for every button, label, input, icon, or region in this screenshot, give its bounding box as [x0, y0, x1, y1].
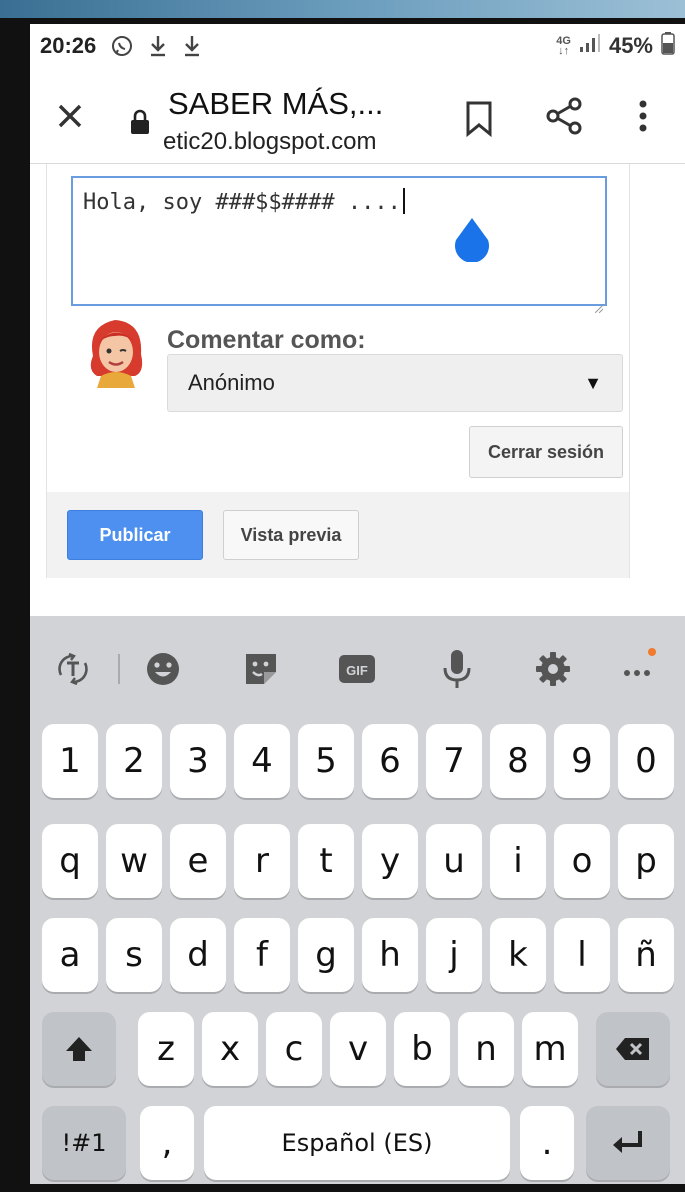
backspace-key[interactable]: [596, 1012, 670, 1086]
letter-key[interactable]: z: [138, 1012, 194, 1086]
letter-key[interactable]: h: [362, 918, 418, 992]
number-key[interactable]: 1: [42, 724, 98, 798]
letter-key[interactable]: j: [426, 918, 482, 992]
number-key[interactable]: 5: [298, 724, 354, 798]
letter-key[interactable]: p: [618, 824, 674, 898]
cursor-handle[interactable]: [453, 218, 491, 263]
download-icon: [182, 34, 202, 58]
keyboard-toolbar: GIF: [30, 616, 685, 716]
share-icon[interactable]: [544, 96, 584, 136]
bottom-row: !#1 , Español (ES) .: [30, 1106, 685, 1184]
comment-text: Hola, soy ###$$#### ....: [83, 190, 401, 215]
page-url: etic20.blogspot.com: [163, 128, 377, 155]
number-key[interactable]: 2: [106, 724, 162, 798]
toolbar-divider: [118, 654, 120, 684]
more-vert-icon[interactable]: [628, 96, 658, 136]
letter-key[interactable]: t: [298, 824, 354, 898]
letter-key[interactable]: c: [266, 1012, 322, 1086]
number-key[interactable]: 8: [490, 724, 546, 798]
close-icon[interactable]: [50, 96, 90, 136]
gif-icon[interactable]: GIF: [332, 644, 382, 694]
letter-key[interactable]: k: [490, 918, 546, 992]
letter-key[interactable]: e: [170, 824, 226, 898]
download-icon: [148, 34, 168, 58]
whatsapp-icon: [110, 34, 134, 58]
number-key[interactable]: 6: [362, 724, 418, 798]
letter-key[interactable]: u: [426, 824, 482, 898]
letter-key[interactable]: r: [234, 824, 290, 898]
letter-key[interactable]: s: [106, 918, 162, 992]
settings-icon[interactable]: [528, 644, 578, 694]
mic-icon[interactable]: [432, 644, 482, 694]
letter-key[interactable]: n: [458, 1012, 514, 1086]
letter-key[interactable]: o: [554, 824, 610, 898]
identity-select-value: Anónimo: [188, 370, 275, 395]
letter-key[interactable]: ñ: [618, 918, 674, 992]
letter-key[interactable]: m: [522, 1012, 578, 1086]
letter-key[interactable]: l: [554, 918, 610, 992]
form-actions: Publicar Vista previa: [47, 492, 629, 578]
logout-button[interactable]: Cerrar sesión: [469, 426, 623, 478]
letter-key[interactable]: x: [202, 1012, 258, 1086]
phone-screen: 20:26 4G ↓↑ 45% SABER MÁS,... etic20.blo…: [30, 24, 685, 1184]
status-bar: 20:26 4G ↓↑ 45%: [30, 24, 685, 68]
letter-key[interactable]: g: [298, 918, 354, 992]
on-screen-keyboard: GIF 1234567890 qwertyuiop asdfghjklñ zxc…: [30, 616, 685, 1184]
number-key[interactable]: 3: [170, 724, 226, 798]
letter-key[interactable]: a: [42, 918, 98, 992]
text-translate-icon[interactable]: [48, 644, 98, 694]
comment-textarea[interactable]: Hola, soy ###$$#### ....: [71, 176, 607, 314]
letter-key[interactable]: f: [234, 918, 290, 992]
sticker-icon[interactable]: [236, 644, 286, 694]
number-row: 1234567890: [30, 724, 685, 804]
comment-form: Hola, soy ###$$#### .... Comentar como: …: [46, 164, 630, 578]
letter-row-1: qwertyuiop: [30, 824, 685, 904]
text-cursor: [402, 188, 405, 214]
comma-key[interactable]: ,: [140, 1106, 194, 1180]
lock-icon: [128, 108, 152, 136]
identity-select[interactable]: Anónimo ▼: [167, 354, 623, 412]
gif-label: GIF: [346, 663, 368, 678]
number-key[interactable]: 4: [234, 724, 290, 798]
page-content: Hola, soy ###$$#### .... Comentar como: …: [30, 164, 685, 616]
shift-key[interactable]: [42, 1012, 116, 1086]
more-icon[interactable]: [614, 644, 664, 694]
signal-icon: [579, 33, 601, 59]
comment-as-label: Comentar como:: [167, 326, 366, 354]
letter-key[interactable]: y: [362, 824, 418, 898]
symbols-key[interactable]: !#1: [42, 1106, 126, 1180]
publish-button[interactable]: Publicar: [67, 510, 203, 560]
preview-button[interactable]: Vista previa: [223, 510, 359, 560]
number-key[interactable]: 0: [618, 724, 674, 798]
letter-row-2: asdfghjklñ: [30, 918, 685, 998]
resize-handle[interactable]: [594, 294, 604, 314]
notification-dot: [648, 648, 656, 656]
number-key[interactable]: 7: [426, 724, 482, 798]
period-key[interactable]: .: [520, 1106, 574, 1180]
battery-icon: [661, 31, 675, 61]
avatar: [85, 316, 147, 388]
space-key[interactable]: Español (ES): [204, 1106, 510, 1180]
battery-level: 45%: [608, 33, 653, 58]
emoji-icon[interactable]: [138, 644, 188, 694]
letter-key[interactable]: w: [106, 824, 162, 898]
letter-row-3: zxcvbnm: [30, 1012, 685, 1092]
number-key[interactable]: 9: [554, 724, 610, 798]
dropdown-arrow-icon: ▼: [584, 372, 602, 393]
letter-key[interactable]: b: [394, 1012, 450, 1086]
status-time: 20:26: [40, 33, 97, 58]
page-title: SABER MÁS,...: [168, 86, 384, 121]
letter-key[interactable]: i: [490, 824, 546, 898]
letter-key[interactable]: v: [330, 1012, 386, 1086]
network-type: 4G ↓↑: [556, 35, 571, 57]
browser-toolbar: SABER MÁS,... etic20.blogspot.com: [30, 68, 685, 164]
letter-key[interactable]: d: [170, 918, 226, 992]
top-edge: [0, 0, 685, 20]
letter-key[interactable]: q: [42, 824, 98, 898]
bookmark-icon[interactable]: [462, 98, 496, 138]
enter-key[interactable]: [586, 1106, 670, 1180]
